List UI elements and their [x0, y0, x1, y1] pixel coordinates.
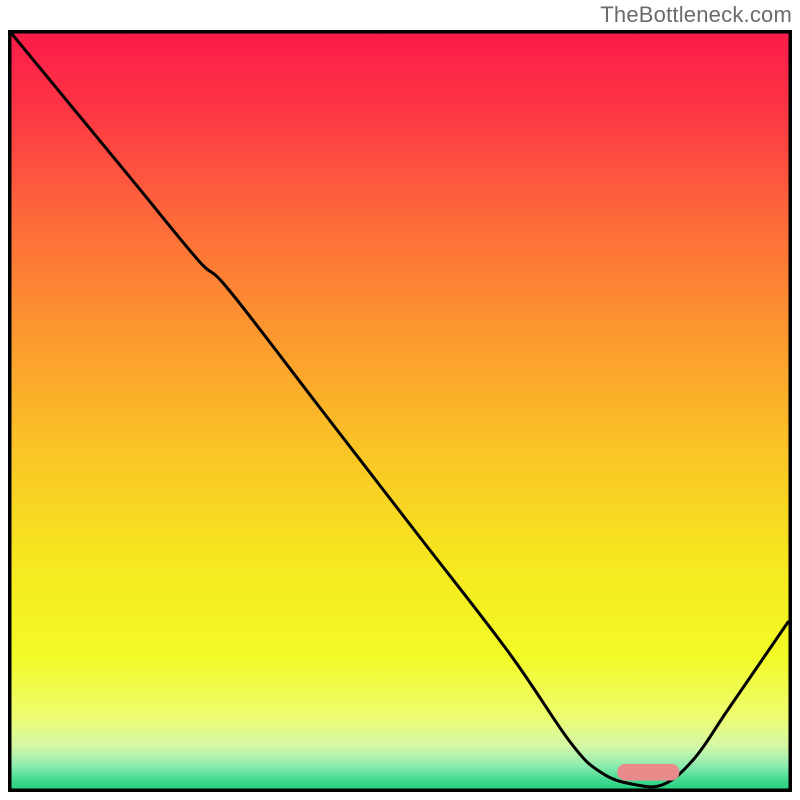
plot-area: [8, 30, 792, 792]
chart-container: TheBottleneck.com: [0, 0, 800, 800]
bottleneck-chart: [8, 30, 792, 792]
optimal-marker: [617, 764, 679, 781]
watermark-text: TheBottleneck.com: [600, 2, 792, 28]
